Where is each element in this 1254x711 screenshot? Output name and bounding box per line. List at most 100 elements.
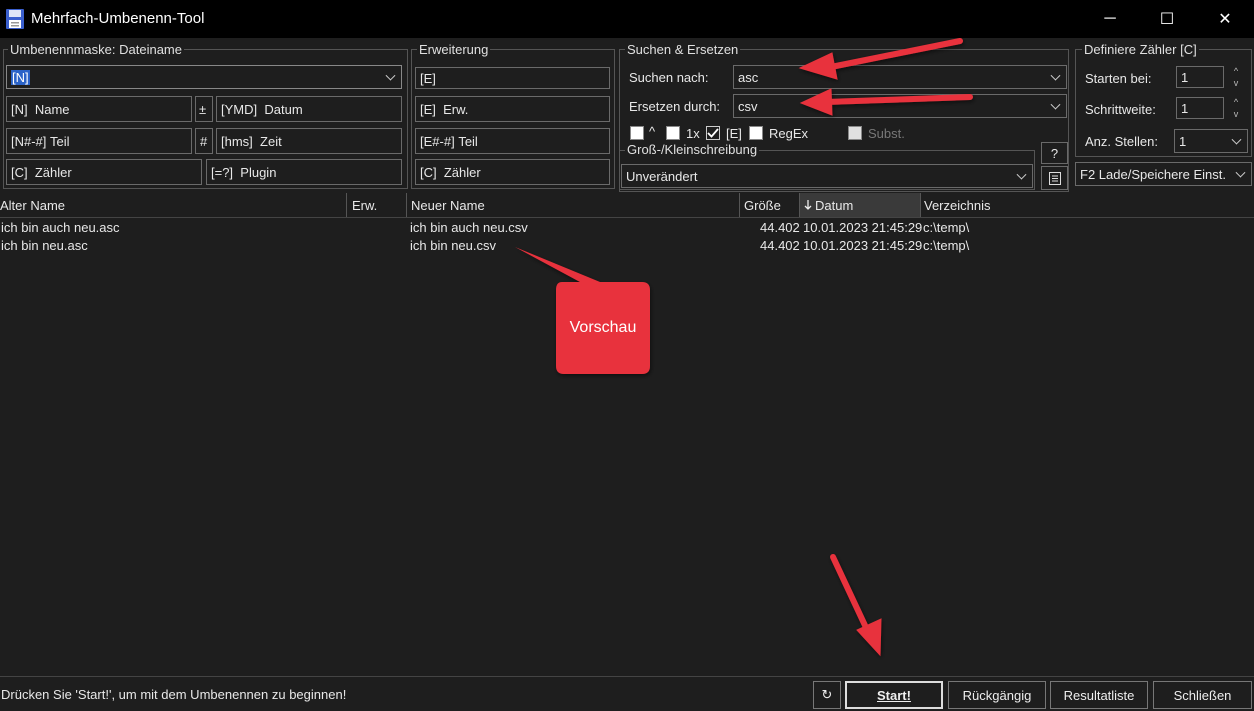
chevron-down-icon (1050, 70, 1061, 81)
callout-preview-label: Vorschau (569, 319, 637, 336)
insert-plugin-button[interactable]: [=?] Plugin (206, 159, 402, 185)
subst-label: Subst. (868, 126, 905, 141)
result-list-button[interactable]: Resultatliste (1050, 681, 1148, 709)
row-new-name: ich bin auch neu.csv (410, 220, 528, 235)
column-old-name[interactable]: Alter Name (0, 193, 346, 217)
insert-date-button[interactable]: [YMD] Datum (216, 96, 402, 122)
insert-ext-counter-button[interactable]: [C] Zähler (415, 159, 610, 185)
column-date[interactable]: Datum (800, 193, 920, 217)
counter-label: Zähler (34, 164, 72, 180)
column-size[interactable]: Größe (744, 193, 798, 217)
counter-step-label: Schrittweite: (1085, 102, 1156, 117)
column-directory[interactable]: Verzeichnis (924, 193, 1124, 217)
counter-digits-value: 1 (1179, 133, 1187, 149)
chevron-down-icon (1231, 134, 1242, 145)
name-label: Name (34, 101, 70, 117)
case-group-label: Groß-/Kleinschreibung (625, 142, 760, 157)
refresh-icon: ↻ (821, 687, 833, 702)
chevron-down-icon (1050, 99, 1061, 110)
row-date: 10.01.2023 21:45:29 (803, 220, 923, 235)
close-button[interactable]: Schließen (1153, 681, 1252, 709)
row-directory: c:\temp\ (923, 220, 970, 235)
column-separator[interactable] (346, 193, 347, 217)
insert-name-button[interactable]: [N] Name (6, 96, 192, 122)
close-window-button[interactable]: ✕ (1195, 0, 1254, 38)
floppy-disk-icon (6, 9, 24, 29)
part-label: Teil (50, 133, 70, 149)
window-title: Mehrfach-Umbenenn-Tool (31, 10, 205, 27)
counter-start-down[interactable]: v (1231, 78, 1241, 88)
status-text: Drücken Sie 'Start!', um mit dem Umbenen… (1, 687, 347, 702)
insert-ext-button[interactable]: [E] Erw. (415, 96, 610, 122)
counter-digits-label: Anz. Stellen: (1085, 134, 1158, 149)
undo-button[interactable]: Rückgängig (948, 681, 1046, 709)
once-checkbox[interactable] (666, 126, 680, 140)
row-new-name: ich bin neu.csv (410, 238, 496, 253)
ext-code: [E] (420, 101, 436, 117)
once-label: 1x (686, 126, 700, 141)
start-button[interactable]: Start! (845, 681, 943, 709)
hash-button[interactable]: # (195, 128, 213, 154)
extension-checkbox[interactable] (706, 126, 720, 140)
name-code: [N] (11, 101, 28, 117)
plugin-label: Plugin (240, 164, 277, 180)
ext-label: Erw. (443, 101, 469, 117)
replace-input[interactable]: csv (733, 94, 1067, 118)
search-input[interactable]: asc (733, 65, 1067, 89)
counter-start-input[interactable]: 1 (1176, 66, 1224, 88)
help-button[interactable]: ? (1041, 142, 1068, 164)
start-button-label: Start! (877, 687, 911, 703)
column-separator[interactable] (406, 193, 407, 217)
column-ext[interactable]: Erw. (352, 193, 406, 217)
case-dropdown[interactable]: Unverändert (621, 164, 1033, 188)
regex-label: RegEx (769, 126, 809, 141)
time-label: Zeit (260, 133, 282, 149)
counter-step-down[interactable]: v (1231, 109, 1241, 119)
insert-counter-button[interactable]: [C] Zähler (6, 159, 202, 185)
mask-value: [N] (11, 69, 30, 85)
counter-start-label: Starten bei: (1085, 71, 1152, 86)
extension-input[interactable]: [E] (415, 67, 610, 89)
time-code: [hms] (221, 133, 253, 149)
caret-checkbox[interactable] (630, 126, 644, 140)
document-list-icon (1048, 171, 1061, 185)
table-row[interactable]: ich bin neu.asc ich bin neu.csv 44.402 1… (0, 237, 1254, 255)
minimize-button[interactable]: ─ (1080, 0, 1140, 38)
header-divider (0, 217, 1254, 218)
column-separator[interactable] (920, 193, 921, 217)
list-options-button[interactable] (1041, 166, 1068, 190)
counter-step-input[interactable]: 1 (1176, 97, 1224, 119)
column-separator[interactable] (739, 193, 740, 217)
extension-option-label: [E] (726, 126, 742, 141)
replace-value: csv (738, 98, 758, 114)
column-new-name[interactable]: Neuer Name (411, 193, 739, 217)
extension-group-label: Erweiterung (417, 42, 491, 57)
counter-step-up[interactable]: ^ (1231, 97, 1241, 107)
chevron-down-icon (1016, 169, 1027, 180)
insert-ext-part-button[interactable]: [E#-#] Teil (415, 128, 610, 154)
row-directory: c:\temp\ (923, 238, 970, 253)
plus-minus-button[interactable]: ± (195, 96, 213, 122)
counter-code: [C] (11, 164, 28, 180)
maximize-button[interactable]: ☐ (1137, 0, 1197, 38)
insert-part-button[interactable]: [N#-#] Teil (6, 128, 192, 154)
search-replace-group-label: Suchen & Ersetzen (625, 42, 741, 57)
row-size: 44.402 (760, 220, 800, 235)
subst-checkbox[interactable] (848, 126, 862, 140)
counter-start-up[interactable]: ^ (1231, 66, 1241, 76)
mask-combo[interactable]: [N] (6, 65, 402, 89)
refresh-button[interactable]: ↻ (813, 681, 841, 709)
chevron-down-icon (385, 70, 396, 81)
counter-digits-dropdown[interactable]: 1 (1174, 129, 1248, 153)
table-row[interactable]: ich bin auch neu.asc ich bin auch neu.cs… (0, 219, 1254, 237)
regex-checkbox[interactable] (749, 126, 763, 140)
annotation-arrowhead-start (856, 618, 882, 657)
ext-part-code: [E#-#] (420, 133, 455, 149)
insert-time-button[interactable]: [hms] Zeit (216, 128, 402, 154)
load-save-settings-dropdown[interactable]: F2 Lade/Speichere Einst. (1075, 162, 1252, 186)
ext-part-label: Teil (458, 133, 478, 149)
plugin-code: [=?] (211, 164, 234, 180)
date-code: [YMD] (221, 101, 258, 117)
chevron-down-icon (1235, 167, 1246, 178)
search-label: Suchen nach: (629, 70, 709, 85)
